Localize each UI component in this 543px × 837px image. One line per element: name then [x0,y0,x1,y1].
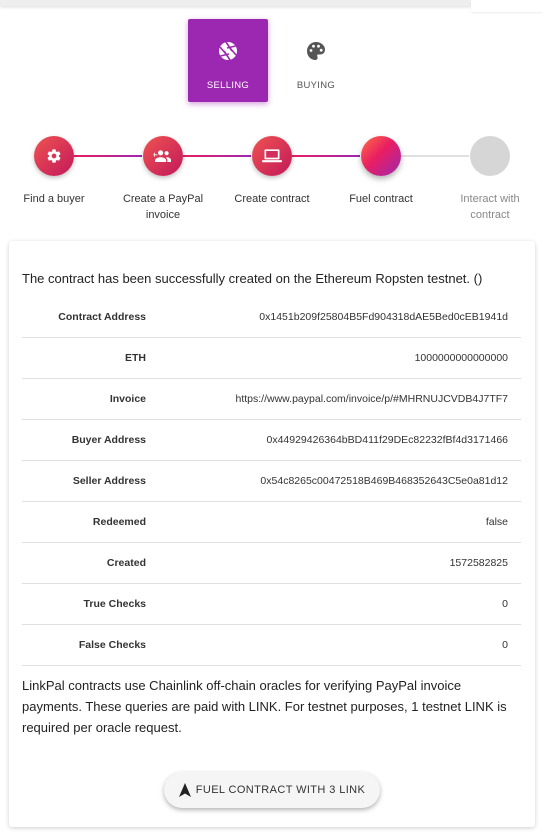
people-icon [153,150,171,162]
table-row: Redeemed false [22,501,521,543]
step-find-buyer: Find a buyer [4,136,104,207]
top-bar-strip [0,0,471,6]
fuel-button-label: FUEL CONTRACT WITH 3 LINK [195,784,366,796]
aperture-icon [188,41,268,61]
step-fuel-contract: Fuel contract [331,136,431,207]
fuel-contract-button[interactable]: FUEL CONTRACT WITH 3 LINK [164,772,380,808]
detail-value: false [146,501,521,543]
top-bar-corner [471,0,543,12]
detail-key: True Checks [22,583,146,625]
detail-value: 0x44929426364bBD411f29DEc82232fBf4d31714… [146,419,521,461]
step-create-invoice: Create a PayPal invoice [113,136,213,223]
contract-details-table: Contract Address 0x1451b209f25804B5Fd9043… [22,297,521,666]
progress-stepper: Find a buyer Create a PayPal invoice Cre… [0,136,543,236]
detail-key: Invoice [22,378,146,420]
tab-buying[interactable]: BUYING [276,19,356,102]
step-interact-contract: Interact with contract [440,136,540,223]
detail-key: ETH [22,337,146,379]
step-circle [143,136,183,176]
tab-selling-label: SELLING [206,80,250,91]
gear-icon [47,149,61,163]
tab-buying-label: BUYING [296,80,336,91]
step-label: Interact with contract [460,193,520,221]
table-row: Created 1572582825 [22,542,521,584]
table-row: Invoice https://www.paypal.com/invoice/p/… [22,378,521,420]
detail-key: Contract Address [22,297,146,338]
detail-value: 1000000000000000 [146,337,521,379]
step-circle-pending [470,136,510,176]
step-create-contract: Create contract [222,136,322,207]
detail-key: Created [22,542,146,584]
palette-icon [276,41,356,61]
detail-value: 0x54c8265c00472518B469B468352643C5e0a81d… [146,460,521,502]
detail-key: False Checks [22,624,146,666]
table-row: True Checks 0 [22,583,521,625]
step-label: Find a buyer [23,193,85,205]
table-row: Contract Address 0x1451b209f25804B5Fd9043… [22,297,521,338]
detail-key: Redeemed [22,501,146,543]
step-circle [252,136,292,176]
detail-value: 1572582825 [146,542,521,584]
detail-value: 0x1451b209f25804B5Fd904318dAE5Bed0cEB194… [146,297,521,338]
table-row: False Checks 0 [22,624,521,666]
detail-key: Seller Address [22,460,146,502]
contract-details-card: The contract has been successfully creat… [9,241,535,827]
detail-key: Buyer Address [22,419,146,461]
tab-selling[interactable]: SELLING [188,19,268,102]
step-circle [34,136,74,176]
success-message: The contract has been successfully creat… [22,271,483,286]
detail-value: 0 [146,624,521,666]
detail-value: https://www.paypal.com/invoice/p/#MHRNUJ… [146,378,521,420]
table-row: Seller Address 0x54c8265c00472518B469B468… [22,460,521,502]
step-label: Create contract [234,193,310,205]
step-label: Fuel contract [349,193,413,205]
navigation-arrow-icon [178,783,191,797]
link-info-note: LinkPal contracts use Chainlink off-chai… [22,678,507,735]
table-row: ETH 1000000000000000 [22,337,521,379]
top-app-bar [0,0,543,13]
step-circle-current [361,136,401,176]
table-row: Buyer Address 0x44929426364bBD411f29DEc82… [22,419,521,461]
detail-value: 0 [146,583,521,625]
laptop-icon [262,149,282,163]
step-label: Create a PayPal invoice [122,193,204,221]
